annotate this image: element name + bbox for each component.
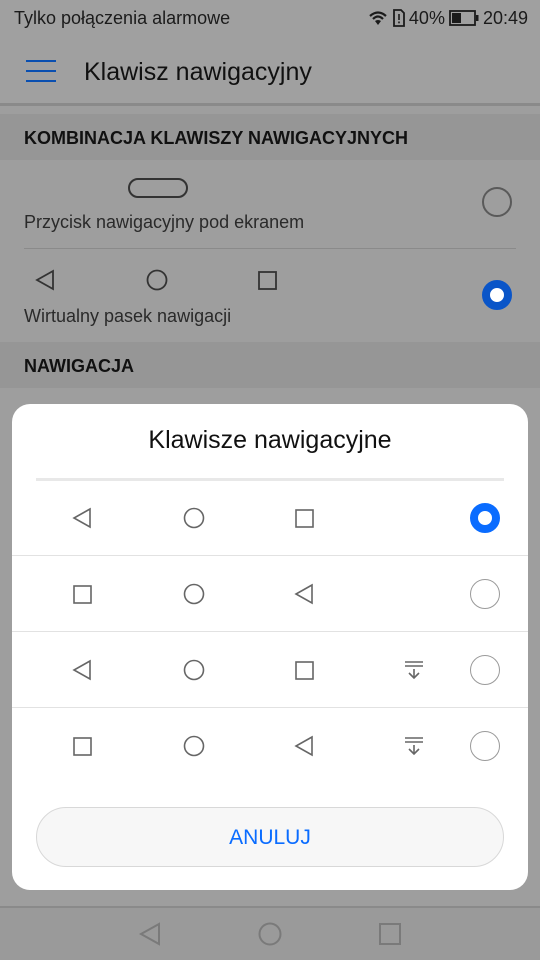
carrier-text: Tylko połączenia alarmowe [14, 8, 231, 28]
clock: 20:49 [482, 7, 528, 28]
layout-radio[interactable] [470, 579, 500, 609]
home-icon [146, 269, 168, 291]
back-icon [35, 269, 54, 291]
back-icon[interactable] [138, 922, 162, 946]
nav-keys-dialog: Klawisze nawigacyjne ANULUJ [12, 404, 528, 890]
wifi-icon [369, 11, 387, 25]
nav-layout-option-2[interactable] [12, 556, 528, 632]
recents-icon[interactable] [379, 923, 401, 945]
section-title: NAWIGACJA [24, 356, 135, 376]
cancel-button[interactable]: ANULUJ [36, 807, 504, 867]
recents-icon [295, 661, 314, 680]
page-title: Klawisz nawigacyjny [84, 58, 312, 86]
back-icon [294, 735, 313, 757]
battery-percent: 40% [408, 7, 445, 28]
layout-radio-selected[interactable] [470, 503, 500, 533]
dialog-title: Klawisze nawigacyjne [148, 426, 392, 454]
option-radio-selected[interactable] [482, 280, 512, 310]
section-title: KOMBINACJA KLAWISZY NAWIGACYJNYCH [24, 128, 409, 148]
home-icon[interactable] [258, 922, 282, 946]
nav-layout-option-4[interactable] [12, 708, 528, 784]
home-icon [183, 583, 205, 605]
option-physical-nav-key[interactable]: Przycisk nawigacyjny pod ekranem [0, 160, 540, 248]
sim-alert-icon [393, 9, 405, 27]
recents-icon [295, 509, 314, 528]
back-icon [72, 507, 91, 529]
nav-key-pill-icon [128, 178, 188, 198]
option-virtual-nav-bar[interactable]: Wirtualny pasek nawigacji [0, 249, 540, 342]
home-icon [183, 735, 205, 757]
nav-layout-option-1[interactable] [12, 480, 528, 556]
back-icon [72, 659, 91, 681]
home-icon [183, 659, 205, 681]
option-radio[interactable] [482, 187, 512, 217]
section-header-navigation: NAWIGACJA [0, 342, 540, 388]
hamburger-menu-icon[interactable] [26, 60, 56, 82]
recents-icon [73, 585, 92, 604]
system-nav-bar [0, 906, 540, 960]
notification-pull-icon [405, 661, 423, 680]
section-header-combination: KOMBINACJA KLAWISZY NAWIGACYJNYCH [0, 114, 540, 160]
back-icon [294, 583, 313, 605]
nav-layout-option-3[interactable] [12, 632, 528, 708]
recents-icon [258, 271, 277, 290]
layout-radio[interactable] [470, 731, 500, 761]
status-bar: Tylko połączenia alarmowe 40% 20:49 [0, 0, 540, 36]
status-icons: 40% 20:49 [367, 6, 528, 30]
option-label: Przycisk nawigacyjny pod ekranem [24, 212, 305, 232]
home-icon [183, 507, 205, 529]
option-label: Wirtualny pasek nawigacji [24, 306, 232, 326]
recents-icon [73, 737, 92, 756]
layout-radio[interactable] [470, 655, 500, 685]
app-bar: Klawisz nawigacyjny [0, 36, 540, 106]
notification-pull-icon [405, 737, 423, 756]
battery-icon [449, 10, 479, 26]
